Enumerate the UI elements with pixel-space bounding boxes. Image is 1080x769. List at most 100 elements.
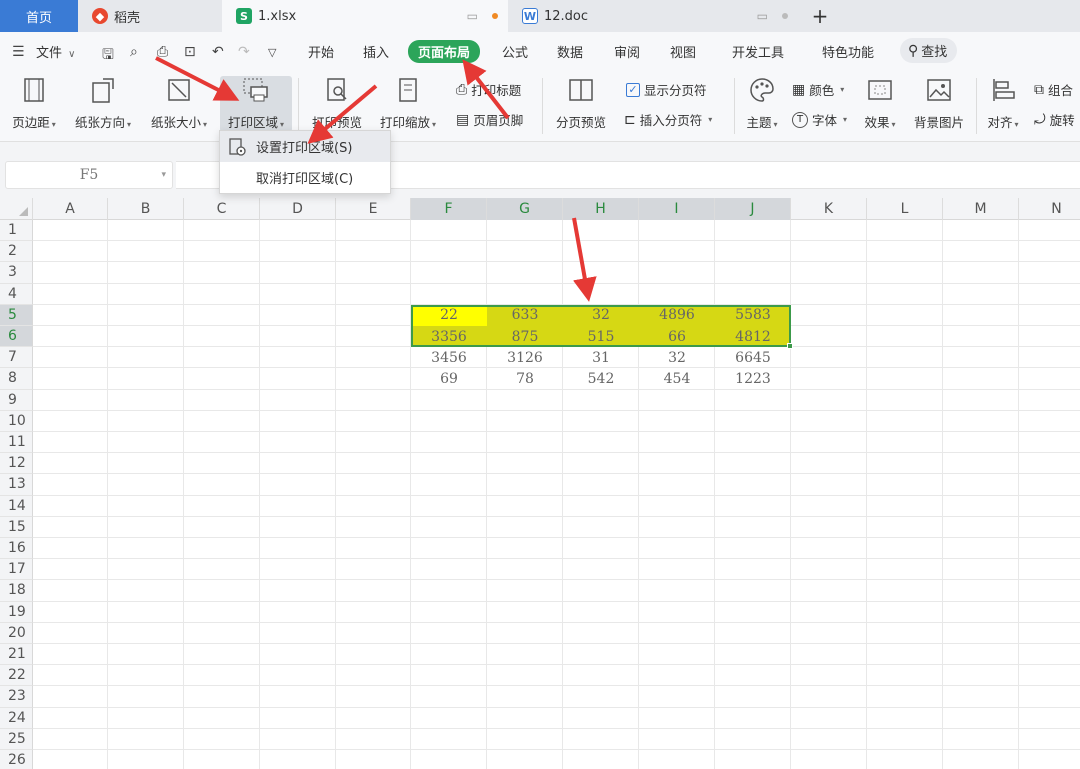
rotate-button[interactable]: ⤾ 旋转 bbox=[1034, 110, 1075, 129]
menu-file[interactable]: 文件 ∨ bbox=[36, 42, 75, 61]
header-footer-button[interactable]: ▤ 页眉页脚 bbox=[456, 110, 523, 129]
print-scale-button[interactable]: 打印缩放 ▾ bbox=[374, 76, 442, 131]
tab-docer[interactable]: ◆ 稻壳 bbox=[78, 0, 222, 32]
column-header-e[interactable]: E bbox=[336, 198, 411, 220]
row-header-21[interactable]: 21 bbox=[0, 644, 33, 666]
row-header-26[interactable]: 26 bbox=[0, 750, 33, 769]
cell-i7[interactable]: 32 bbox=[639, 347, 715, 368]
cell-j7[interactable]: 6645 bbox=[715, 347, 791, 368]
column-header-k[interactable]: K bbox=[791, 198, 867, 220]
row-header-4[interactable]: 4 bbox=[0, 283, 33, 305]
menu-insert[interactable]: 插入 bbox=[363, 42, 389, 61]
tab-home[interactable]: 首页 bbox=[0, 0, 78, 32]
print-preview-button[interactable]: 打印预览 bbox=[306, 76, 368, 131]
new-tab-button[interactable]: + bbox=[808, 0, 832, 32]
menu-data[interactable]: 数据 bbox=[557, 42, 583, 61]
cell-g7[interactable]: 3126 bbox=[487, 347, 563, 368]
cell-j8[interactable]: 1223 bbox=[715, 368, 791, 389]
cell-h6[interactable]: 515 bbox=[563, 326, 639, 347]
cell-g6[interactable]: 875 bbox=[487, 326, 563, 347]
row-header-24[interactable]: 24 bbox=[0, 707, 33, 729]
fonts-button[interactable]: T 字体 ▾ bbox=[792, 110, 847, 129]
row-header-3[interactable]: 3 bbox=[0, 262, 33, 284]
row-header-9[interactable]: 9 bbox=[0, 389, 33, 411]
row-header-15[interactable]: 15 bbox=[0, 516, 33, 538]
cell-j6[interactable]: 4812 bbox=[715, 326, 791, 347]
cell-i5[interactable]: 4896 bbox=[639, 305, 715, 326]
column-header-b[interactable]: B bbox=[108, 198, 184, 220]
row-header-17[interactable]: 17 bbox=[0, 559, 33, 581]
menu-start[interactable]: 开始 bbox=[308, 42, 334, 61]
monitor-icon[interactable]: ▭ bbox=[757, 9, 768, 23]
column-header-a[interactable]: A bbox=[33, 198, 108, 220]
row-header-6[interactable]: 6 bbox=[0, 326, 33, 348]
cell-g5[interactable]: 633 bbox=[487, 305, 563, 326]
row-header-2[interactable]: 2 bbox=[0, 241, 33, 263]
print-icon[interactable]: ⎙ bbox=[157, 44, 168, 60]
column-header-c[interactable]: C bbox=[184, 198, 260, 220]
background-button[interactable]: 背景图片 bbox=[908, 76, 970, 131]
customize-icon[interactable]: ▽ bbox=[268, 46, 276, 59]
print-titles-button[interactable]: ⎙ 打印标题 bbox=[456, 80, 521, 99]
orientation-button[interactable]: 纸张方向 ▾ bbox=[68, 76, 138, 131]
align-button[interactable]: 对齐 ▾ bbox=[982, 76, 1024, 131]
redo-icon[interactable]: ↷ bbox=[238, 44, 250, 60]
insert-page-break-button[interactable]: ⊏ 插入分页符 ▾ bbox=[624, 110, 712, 129]
effects-button[interactable]: 效果 ▾ bbox=[858, 76, 902, 131]
column-header-h[interactable]: H bbox=[563, 198, 639, 220]
menu-review[interactable]: 审阅 bbox=[614, 42, 640, 61]
tab-doc[interactable]: W 12.doc ▭ bbox=[510, 0, 798, 32]
column-header-d[interactable]: D bbox=[260, 198, 336, 220]
row-header-7[interactable]: 7 bbox=[0, 347, 33, 369]
cell-h7[interactable]: 31 bbox=[563, 347, 639, 368]
menu-special[interactable]: 特色功能 bbox=[822, 42, 874, 61]
column-header-j[interactable]: J bbox=[715, 198, 791, 220]
cell-h5[interactable]: 32 bbox=[563, 305, 639, 326]
column-header-l[interactable]: L bbox=[867, 198, 943, 220]
clear-print-area-item[interactable]: 取消打印区域(C) bbox=[220, 162, 390, 193]
print-area-button[interactable]: 打印区域 ▾ bbox=[220, 76, 292, 132]
row-header-10[interactable]: 10 bbox=[0, 410, 33, 432]
tab-xlsx[interactable]: S 1.xlsx ▭ bbox=[222, 0, 508, 32]
row-header-11[interactable]: 11 bbox=[0, 432, 33, 454]
hamburger-icon[interactable]: ☰ bbox=[12, 44, 25, 60]
row-header-22[interactable]: 22 bbox=[0, 665, 33, 687]
cell-f7[interactable]: 3456 bbox=[411, 347, 487, 368]
row-header-16[interactable]: 16 bbox=[0, 538, 33, 560]
menu-formula[interactable]: 公式 bbox=[502, 42, 528, 61]
select-all-corner[interactable] bbox=[0, 198, 33, 220]
cell-j5[interactable]: 5583 bbox=[715, 305, 791, 326]
row-header-18[interactable]: 18 bbox=[0, 580, 33, 602]
row-header-5[interactable]: 5 bbox=[0, 304, 33, 326]
monitor-icon[interactable]: ▭ bbox=[467, 9, 478, 23]
paper-size-button[interactable]: 纸张大小 ▾ bbox=[144, 76, 214, 131]
show-page-breaks-checkbox[interactable]: ✓ 显示分页符 bbox=[626, 80, 707, 99]
cell-f6[interactable]: 3356 bbox=[411, 326, 487, 347]
column-header-g[interactable]: G bbox=[487, 198, 563, 220]
undo-icon[interactable]: ↶ bbox=[212, 44, 224, 60]
save-icon[interactable]: 🖫 bbox=[102, 44, 114, 68]
row-header-14[interactable]: 14 bbox=[0, 495, 33, 517]
row-header-25[interactable]: 25 bbox=[0, 728, 33, 750]
column-header-i[interactable]: I bbox=[639, 198, 715, 220]
format-painter-icon[interactable]: ⌕ bbox=[130, 44, 138, 60]
cell-f8[interactable]: 69 bbox=[411, 368, 487, 389]
cell-g8[interactable]: 78 bbox=[487, 368, 563, 389]
group-button[interactable]: ⧉ 组合 bbox=[1034, 80, 1073, 99]
column-header-m[interactable]: M bbox=[943, 198, 1019, 220]
cell-h8[interactable]: 542 bbox=[563, 368, 639, 389]
menu-developer[interactable]: 开发工具 bbox=[732, 42, 784, 61]
spreadsheet-grid[interactable]: ABCDEFGHIJKLMN 1 2 3 4 5 6 7 8 9 10 11 12 13 14 15 16 17… bbox=[0, 198, 1080, 769]
colors-button[interactable]: ▦ 颜色 ▾ bbox=[792, 80, 844, 99]
row-header-8[interactable]: 8 bbox=[0, 368, 33, 390]
row-header-12[interactable]: 12 bbox=[0, 453, 33, 475]
menu-page-layout[interactable]: 页面布局 bbox=[408, 40, 481, 63]
search-box[interactable]: ⚲ 查找 bbox=[900, 38, 958, 63]
column-header-f[interactable]: F bbox=[411, 198, 487, 220]
cell-i8[interactable]: 454 bbox=[639, 368, 715, 389]
name-box[interactable]: F5 ▾ bbox=[5, 161, 173, 189]
row-header-13[interactable]: 13 bbox=[0, 474, 33, 496]
row-header-23[interactable]: 23 bbox=[0, 686, 33, 708]
set-print-area-item[interactable]: 设置打印区域(S) bbox=[220, 131, 390, 162]
margins-button[interactable]: 页边距 ▾ bbox=[6, 76, 62, 131]
